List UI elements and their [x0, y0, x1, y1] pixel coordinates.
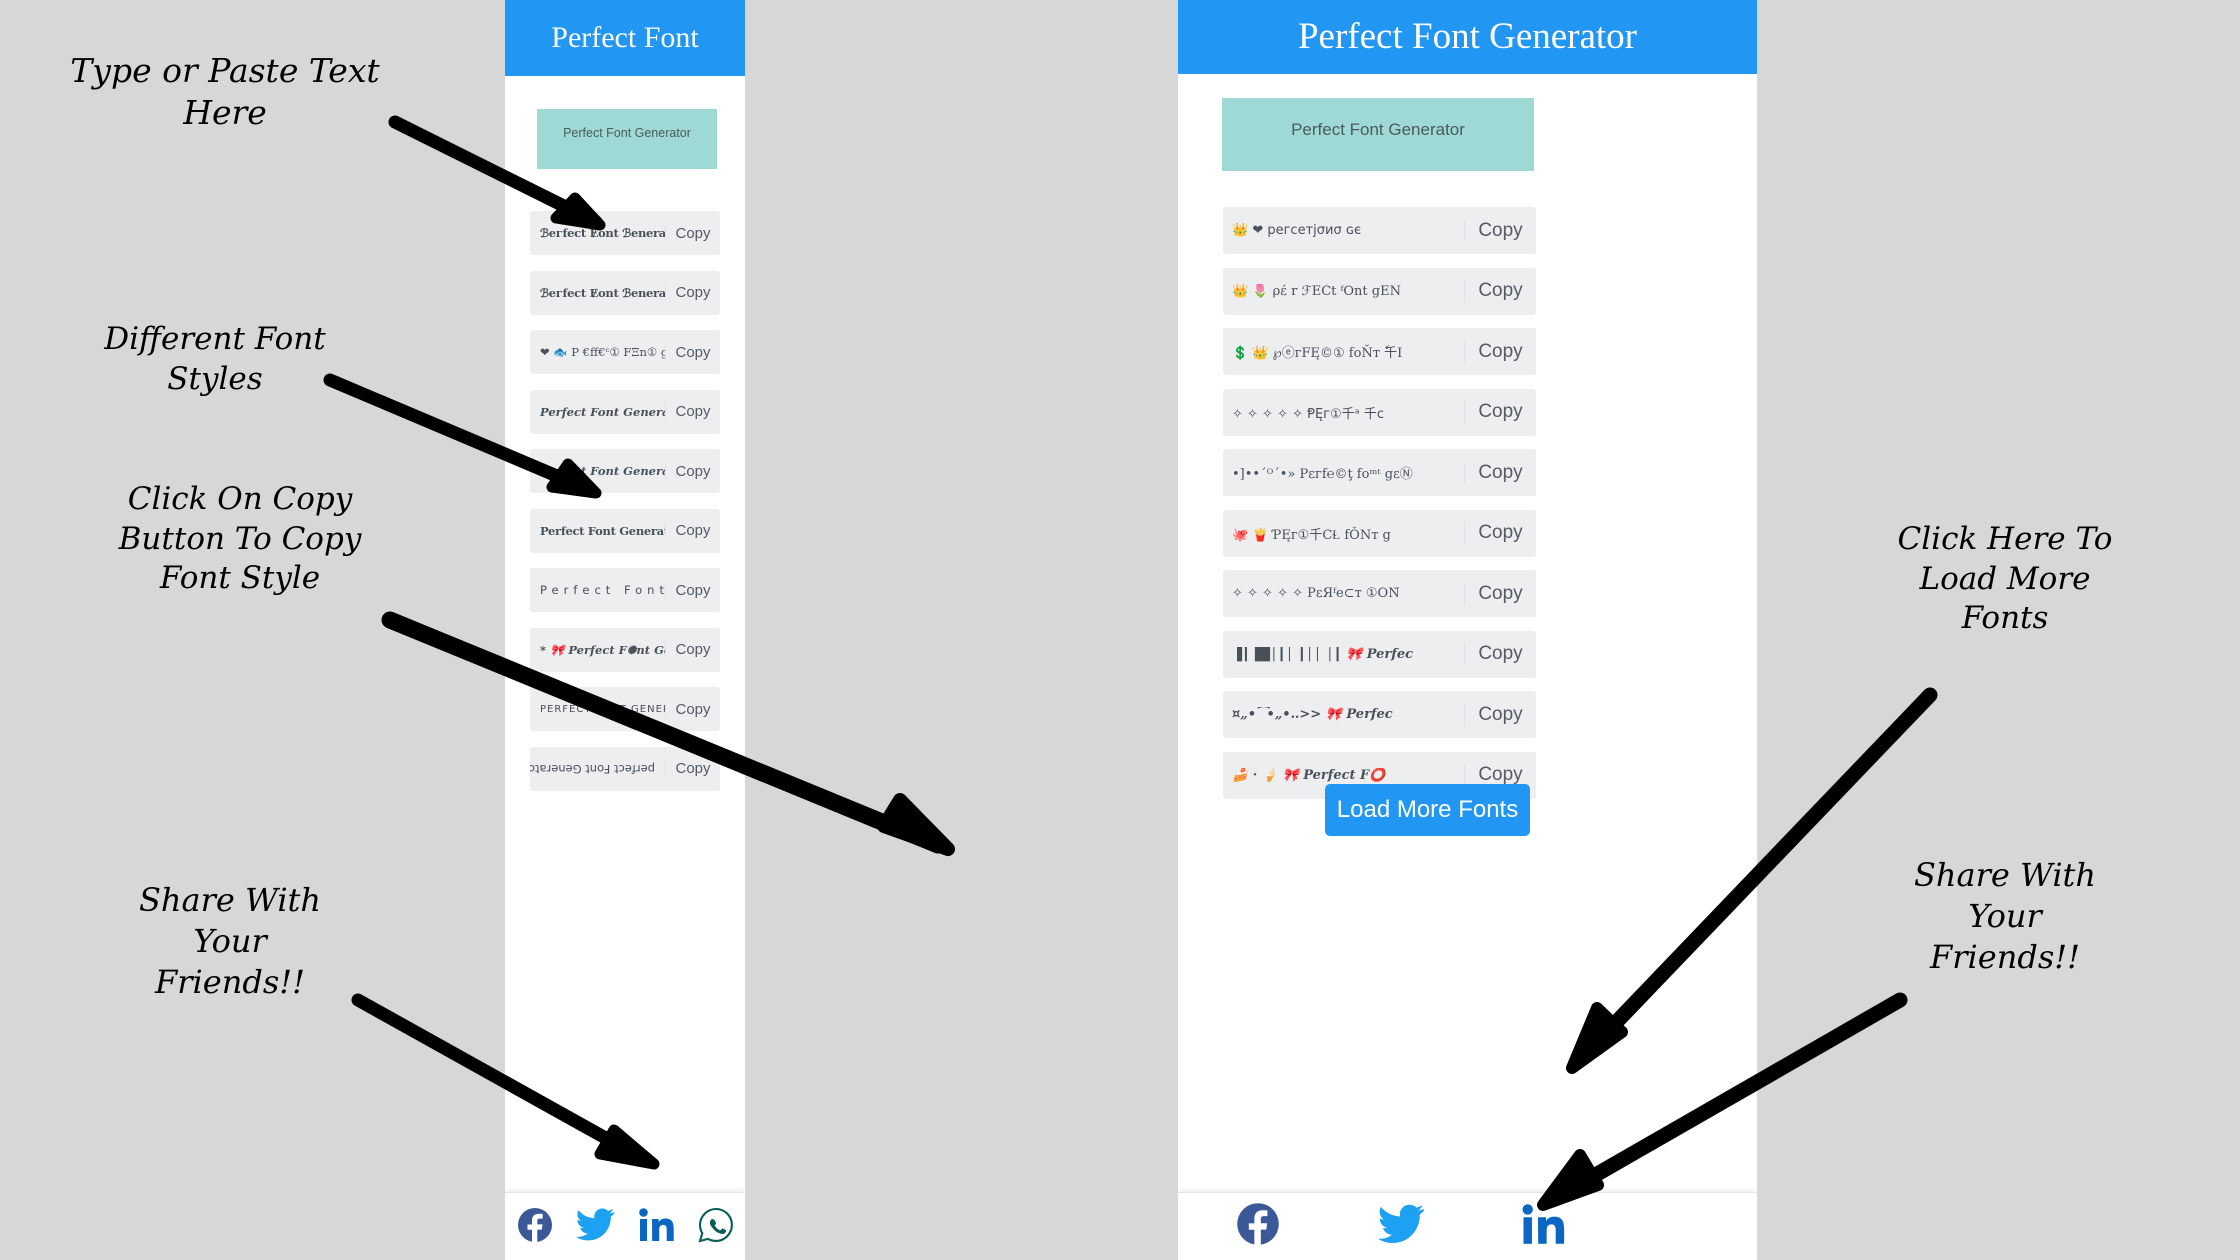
font-row[interactable]: Perfect Font Generat Copy: [530, 389, 720, 434]
copy-button[interactable]: Copy: [1464, 280, 1536, 302]
font-row[interactable]: * 🎀 Perfect F✺nt Geг Copy: [530, 627, 720, 672]
font-preview-text: ❤ 🐟 P €ff€ᶜ① FΞn① gƐ: [540, 345, 665, 359]
left-body: Perfect Font Generator ℬегfect Ɇont ℬene…: [505, 76, 745, 1260]
font-preview-text: 💲 👑 ℘ⓔгFĘ©① foŇт ٗ千I: [1232, 346, 1403, 361]
font-preview-text: PERFECT FONT GENERATOR: [540, 703, 665, 715]
copy-button[interactable]: Copy: [1464, 340, 1536, 363]
font-row[interactable]: ✧ ✧ ✧ ✧ ✧ PεЯᶠe⊂ᴛ ①OŇ̈ Copy: [1223, 570, 1536, 617]
app-header-right: Perfect Font Generator: [1178, 0, 1757, 74]
annotation-type-or-paste: Type or Paste Text Here: [70, 51, 380, 133]
facebook-icon[interactable]: [517, 1207, 553, 1248]
annotation-click-on-copy: Click On Copy Button To Copy Font Style: [118, 481, 362, 597]
font-preview-text: ✧ ✧ ✧ ✧ ✧ PεЯᶠe⊂ᴛ ①OŇ̈: [1232, 586, 1400, 601]
font-preview-text: Perfect Font: [540, 583, 665, 597]
font-preview-text: ✧ ✧ ✧ ✧ ✧ ⱣĘг①千ᵃ 千c: [1232, 406, 1385, 422]
font-preview-text: * 🎀 Perfect F✺nt Geг: [540, 642, 665, 657]
font-row[interactable]: ❤ 🐟 P €ff€ᶜ① FΞn① gƐ Copy: [530, 330, 720, 374]
font-row[interactable]: ℬегfect Ɇont ℬeneratorCopy: [530, 270, 720, 315]
font-preview-text: 👑 ❤ регсетјσиσ ɢє: [1232, 223, 1362, 238]
font-row[interactable]: Perfect Font Copy: [530, 568, 720, 612]
copy-button[interactable]: Copy: [665, 522, 720, 539]
copy-button[interactable]: Copy: [1464, 461, 1536, 484]
annotation-click-here-load-more: Click Here To Load More Fonts: [1897, 521, 2113, 637]
app-header-left: Perfect Font Generator: [505, 0, 745, 130]
right-app-panel: Perfect Font Generator 👑 ❤ регсетјσиσ ɢє…: [1178, 0, 1757, 1260]
font-preview-text: 🐙 🍟 ƤĘг①千CⱢ fǑNᴛ g: [1232, 527, 1391, 543]
load-more-fonts-label: Load More Fonts: [1336, 796, 1519, 823]
load-more-fonts-button[interactable]: Load More Fonts: [1325, 784, 1530, 836]
annotation-share-with-friends-right: Share With Your Friends!!: [1913, 856, 2097, 976]
copy-button[interactable]: Copy: [665, 581, 720, 599]
copy-button[interactable]: Copy: [665, 284, 720, 301]
font-preview-text: Perfect Font Generator: [540, 523, 665, 538]
copy-button[interactable]: Copy: [1464, 643, 1536, 665]
font-preview-text: Perfect Font Generat: [540, 404, 665, 419]
linkedin-icon[interactable]: [638, 1207, 675, 1247]
annotation-share-with-friends-left: Share With Your Friends!!: [138, 881, 322, 1001]
annotation-different-font-styles: Different Font Styles: [104, 321, 326, 397]
font-row[interactable]: Perfect Font GeneratorCopy: [530, 508, 720, 553]
font-row[interactable]: ▐┃▐█│┃│ ┃││ │┃ 🎀 Perfec Copy: [1223, 630, 1536, 678]
copy-button[interactable]: Copy: [665, 462, 720, 480]
font-row[interactable]: 👑 🌷 ρέ r ℱEČt ᶠOnt gEŃ Copy: [1223, 267, 1536, 315]
font-row[interactable]: ✧ ✧ ✧ ✧ ✧ ⱣĘг①千ᵃ 千c Copy: [1223, 388, 1536, 436]
font-row[interactable]: ¤„•⁀•„•‥>> 🎀 Perfeс Copy: [1223, 691, 1536, 738]
copy-button[interactable]: Copy: [1464, 703, 1536, 726]
font-row[interactable]: •]••ˊᴼˊ•» Pεгf℮©ţ foᵐᵗ gεⓃ Copy: [1223, 449, 1536, 496]
copy-button[interactable]: Copy: [665, 700, 720, 718]
twitter-icon[interactable]: [575, 1208, 616, 1247]
font-row[interactable]: 👑 ❤ регсетјσиσ ɢє Copy: [1223, 207, 1536, 254]
copy-button[interactable]: Copy: [1464, 764, 1536, 786]
social-bar-right: [1178, 1192, 1757, 1260]
copy-button[interactable]: Copy: [665, 641, 720, 658]
twitter-icon[interactable]: [1377, 1204, 1426, 1250]
copy-button[interactable]: Copy: [665, 224, 720, 242]
font-row[interactable]: 💲 👑 ℘ⓔгFĘ©① foŇт ٗ千I Copy: [1223, 328, 1536, 375]
font-row[interactable]: ℬегfect Ɇont ℬeneratorCopy: [530, 211, 720, 255]
font-preview-text: 🍰 · 🍦 🎀 Perfect F⭕: [1232, 767, 1386, 783]
copy-button[interactable]: Copy: [1464, 219, 1536, 242]
text-input-right-value: Perfect Font Generator: [1291, 120, 1465, 139]
font-row[interactable]: 🐙 🍟 ƤĘг①千CⱢ fǑNᴛ g Copy: [1223, 509, 1536, 557]
copy-button[interactable]: Copy: [665, 343, 720, 361]
font-preview-text: perfect Font Generator: [530, 761, 655, 776]
facebook-icon[interactable]: [1236, 1202, 1280, 1251]
font-row[interactable]: Perfect Font GeneratoCopy: [530, 449, 720, 493]
text-input-left-value: Perfect Font Generator: [563, 126, 691, 140]
app-title-right: Perfect Font Generator: [1297, 16, 1638, 57]
font-preview-text: ℬегfect Ɇont ℬenerator: [540, 285, 665, 300]
font-preview-text: ▐┃▐█│┃│ ┃││ │┃ 🎀 Perfec: [1232, 646, 1414, 662]
linkedin-icon[interactable]: [1522, 1203, 1566, 1250]
left-app-panel: Perfect Font Generator Perfect Font Gene…: [505, 0, 745, 1260]
text-input-right[interactable]: Perfect Font Generator: [1222, 98, 1534, 171]
copy-button[interactable]: Copy: [665, 760, 720, 777]
copy-button[interactable]: Copy: [1464, 401, 1536, 423]
font-preview-text: Perfect Font Generato: [540, 464, 665, 478]
social-bar-left: [505, 1192, 745, 1260]
text-input-left[interactable]: Perfect Font Generator: [537, 109, 717, 169]
screenshot-stage: Perfect Font Generator Perfect Font Gene…: [0, 0, 2240, 1260]
font-preview-text: ℬегfect Ɇont ℬenerator: [540, 226, 665, 240]
font-preview-text: ¤„•⁀•„•‥>> 🎀 Perfeс: [1232, 707, 1393, 722]
right-body: 👑 ❤ регсетјσиσ ɢє Copy 👑 🌷 ρέ r ℱEČt ᶠOnt …: [1178, 74, 1757, 1260]
copy-button[interactable]: Copy: [1464, 522, 1536, 544]
copy-button[interactable]: Copy: [665, 403, 720, 420]
font-preview-text: 👑 🌷 ρέ r ℱEČt ᶠOnt gEŃ: [1232, 283, 1401, 299]
font-preview-text: •]••ˊᴼˊ•» Pεгf℮©ţ foᵐᵗ gεⓃ: [1232, 467, 1413, 482]
font-row[interactable]: perfect Font Generator Copy: [530, 746, 720, 791]
whatsapp-icon[interactable]: [697, 1207, 734, 1248]
font-row[interactable]: PERFECT FONT GENERATORCopy: [530, 687, 720, 731]
copy-button[interactable]: Copy: [1464, 582, 1536, 605]
